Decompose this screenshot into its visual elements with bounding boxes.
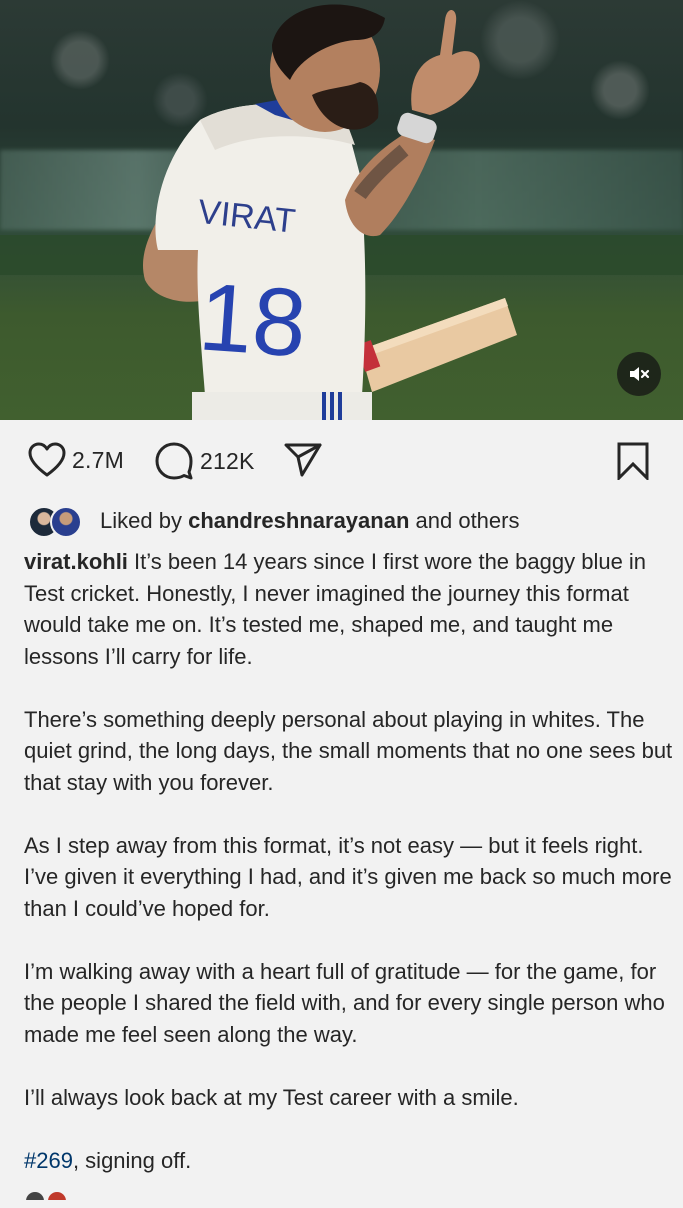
post-action-bar: 2.7M 212K — [0, 436, 683, 488]
comment-button[interactable]: 212K — [154, 442, 255, 480]
post-media[interactable]: VIRAT 18 — [0, 0, 683, 420]
hashtag-link[interactable]: #269 — [24, 1148, 73, 1173]
heart-icon — [28, 442, 66, 477]
avatar — [50, 506, 82, 538]
avatar — [48, 1192, 66, 1200]
liked-by-text: Liked by chandreshnarayanan and others — [100, 508, 519, 534]
comment-bubble-icon — [155, 442, 193, 480]
caption-paragraph: There’s something deeply personal about … — [24, 706, 673, 795]
liked-by-suffix[interactable]: and others — [416, 508, 520, 533]
liked-by-username[interactable]: chandreshnarayanan — [188, 508, 409, 533]
post-caption: virat.kohli It’s been 14 years since I f… — [24, 546, 674, 1208]
caption-text: , signing off. — [72, 1147, 192, 1173]
caption-paragraph: I’ll always look back at my Test career … — [24, 1084, 519, 1110]
liked-by-prefix: Liked by — [100, 508, 182, 533]
liked-by-row[interactable]: Liked by chandreshnarayanan and others — [28, 504, 519, 538]
share-button[interactable] — [284, 442, 322, 478]
jersey-number: 18 — [196, 263, 310, 377]
send-icon — [284, 443, 322, 477]
mute-toggle-button[interactable] — [617, 352, 661, 396]
save-button[interactable] — [616, 442, 650, 480]
caption-paragraph: I’m walking away with a heart full of gr… — [24, 958, 665, 1047]
comment-count[interactable]: 212K — [200, 448, 255, 475]
caption-paragraph: #269, signing off. — [24, 1145, 674, 1177]
next-row-peek — [26, 1192, 86, 1200]
caption-paragraph: As I step away from this format, it’s no… — [24, 832, 672, 921]
like-count[interactable]: 2.7M — [72, 447, 124, 474]
liker-avatars — [28, 505, 88, 538]
avatar — [26, 1192, 44, 1200]
caption-paragraph: virat.kohli It’s been 14 years since I f… — [24, 546, 674, 672]
caption-username[interactable]: virat.kohli — [24, 549, 128, 574]
speaker-muted-icon — [630, 367, 650, 381]
like-button[interactable]: 2.7M — [28, 442, 124, 478]
bookmark-icon — [617, 442, 649, 480]
player-illustration: VIRAT 18 — [142, 4, 517, 420]
cricket-bat — [355, 298, 517, 392]
